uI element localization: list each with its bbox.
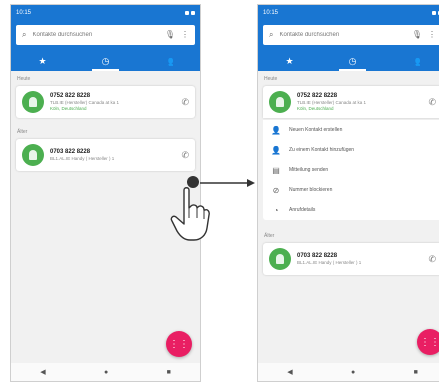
more-menu-icon[interactable]: ⋮ bbox=[181, 31, 189, 39]
tab-favorites[interactable]: ★ bbox=[258, 51, 321, 71]
system-nav-bar: ◀ ● ■ bbox=[258, 363, 439, 381]
dialpad-fab-button[interactable]: ⋮⋮ bbox=[166, 331, 192, 357]
search-placeholder: Kontakte durchsuchen bbox=[279, 32, 340, 38]
battery-icon bbox=[191, 11, 195, 15]
contact-detail: TLB.IE (Hersteller) Canada at ka 1 bbox=[50, 100, 120, 105]
phone-screen-right: 10:15 ⌕ Kontakte durchsuchen 🎙 ⋮ ★ ◷ 👥 H… bbox=[257, 4, 439, 382]
status-time: 10:15 bbox=[16, 10, 32, 16]
contact-location: Köln, Deutschland bbox=[50, 106, 87, 111]
signal-icon bbox=[432, 11, 436, 15]
contact-location: Köln, Deutschland bbox=[297, 106, 334, 111]
section-label-older: Älter bbox=[17, 129, 28, 135]
avatar bbox=[22, 144, 44, 166]
dialpad-fab-button[interactable]: ⋮⋮ bbox=[417, 329, 439, 355]
back-nav-icon[interactable]: ◀ bbox=[287, 368, 292, 376]
menu-item-label: Zu einem Kontakt hinzufügen bbox=[289, 147, 355, 153]
mic-icon[interactable]: 🎙 bbox=[412, 31, 422, 39]
block-icon: ⊘ bbox=[272, 185, 280, 195]
status-bar: 10:15 bbox=[258, 5, 439, 21]
avatar bbox=[22, 91, 44, 113]
tab-bar: ★ ◷ 👥 bbox=[258, 51, 439, 71]
contact-detail: TLB.IE (Hersteller) Canada at ka 1 bbox=[297, 100, 367, 105]
menu-item-label: Neuen Kontakt erstellen bbox=[289, 127, 343, 133]
person-add-icon: 👤 bbox=[271, 125, 281, 135]
menu-item-label: Anrufdetails bbox=[289, 207, 316, 213]
search-placeholder: Kontakte durchsuchen bbox=[32, 32, 93, 38]
home-nav-icon[interactable]: ● bbox=[351, 369, 355, 376]
search-bar[interactable]: ⌕ Kontakte durchsuchen 🎙 ⋮ bbox=[263, 25, 439, 45]
call-log-item-expanded[interactable]: 0752 822 8228 TLB.IE (Hersteller) Canada… bbox=[263, 86, 439, 118]
search-icon: ⌕ bbox=[22, 30, 27, 39]
contact-number: 0752 822 8228 bbox=[50, 93, 91, 99]
recents-nav-icon[interactable]: ■ bbox=[167, 369, 171, 376]
tab-bar: ★ ◷ 👥 bbox=[11, 51, 200, 71]
search-icon: ⌕ bbox=[269, 30, 274, 39]
avatar bbox=[269, 91, 291, 113]
contact-number: 0703 822 8228 bbox=[297, 253, 338, 259]
pointing-hand-icon bbox=[170, 187, 210, 241]
menu-item-call-details[interactable]: ◔ Anrufdetails bbox=[263, 200, 439, 220]
contact-detail: BL1.AL.IE Handy ( Hersteller ) 1 bbox=[297, 260, 362, 265]
signal-icon bbox=[185, 11, 189, 15]
status-time: 10:15 bbox=[263, 10, 279, 16]
phone-call-icon[interactable]: ✆ bbox=[428, 97, 436, 108]
tab-contacts[interactable]: 👥 bbox=[137, 51, 200, 71]
phone-call-icon[interactable]: ✆ bbox=[181, 150, 189, 161]
arrow-icon bbox=[200, 179, 255, 187]
more-menu-icon[interactable]: ⋮ bbox=[428, 31, 436, 39]
contact-detail: BL1.AL.IE Handy ( Hersteller ) 1 bbox=[50, 156, 115, 161]
back-nav-icon[interactable]: ◀ bbox=[40, 368, 45, 376]
tab-contacts[interactable]: 👥 bbox=[384, 51, 439, 71]
section-label-today: Heute bbox=[264, 76, 278, 82]
history-icon: ◔ bbox=[273, 205, 279, 215]
message-icon: ▤ bbox=[272, 165, 280, 175]
phone-call-icon[interactable]: ✆ bbox=[181, 97, 189, 108]
call-log-item[interactable]: 0703 822 8228 BL1.AL.IE Handy ( Herstell… bbox=[16, 139, 195, 171]
avatar bbox=[269, 248, 291, 270]
contact-number: 0752 822 8228 bbox=[297, 93, 338, 99]
menu-item-send-message[interactable]: ▤ Mitteilung senden bbox=[263, 160, 439, 180]
menu-item-block-number[interactable]: ⊘ Nummer blockieren bbox=[263, 180, 439, 200]
search-bar[interactable]: ⌕ Kontakte durchsuchen 🎙 ⋮ bbox=[16, 25, 195, 45]
tab-recents[interactable]: ◷ bbox=[321, 51, 384, 71]
section-label-older: Älter bbox=[264, 233, 275, 239]
home-nav-icon[interactable]: ● bbox=[104, 369, 108, 376]
tab-favorites[interactable]: ★ bbox=[11, 51, 74, 71]
menu-item-label: Nummer blockieren bbox=[289, 187, 333, 193]
status-bar: 10:15 bbox=[11, 5, 200, 21]
menu-item-add-to-contact[interactable]: 👤 Zu einem Kontakt hinzufügen bbox=[263, 140, 439, 160]
call-log-item[interactable]: 0752 822 8228 TLB.IE (Hersteller) Canada… bbox=[16, 86, 195, 118]
recents-nav-icon[interactable]: ■ bbox=[414, 369, 418, 376]
menu-item-create-contact[interactable]: 👤 Neuen Kontakt erstellen bbox=[263, 120, 439, 140]
system-nav-bar: ◀ ● ■ bbox=[11, 363, 200, 381]
phone-call-icon[interactable]: ✆ bbox=[428, 254, 436, 265]
call-log-item[interactable]: 0703 822 8228 BL1.AL.IE Handy ( Herstell… bbox=[263, 243, 439, 275]
menu-item-label: Mitteilung senden bbox=[289, 167, 329, 173]
mic-icon[interactable]: 🎙 bbox=[165, 31, 175, 39]
contact-number: 0703 822 8228 bbox=[50, 149, 91, 155]
call-actions-menu: 👤 Neuen Kontakt erstellen 👤 Zu einem Kon… bbox=[263, 120, 439, 220]
tab-recents[interactable]: ◷ bbox=[74, 51, 137, 71]
person-icon: 👤 bbox=[271, 145, 281, 155]
section-label-today: Heute bbox=[17, 76, 31, 82]
